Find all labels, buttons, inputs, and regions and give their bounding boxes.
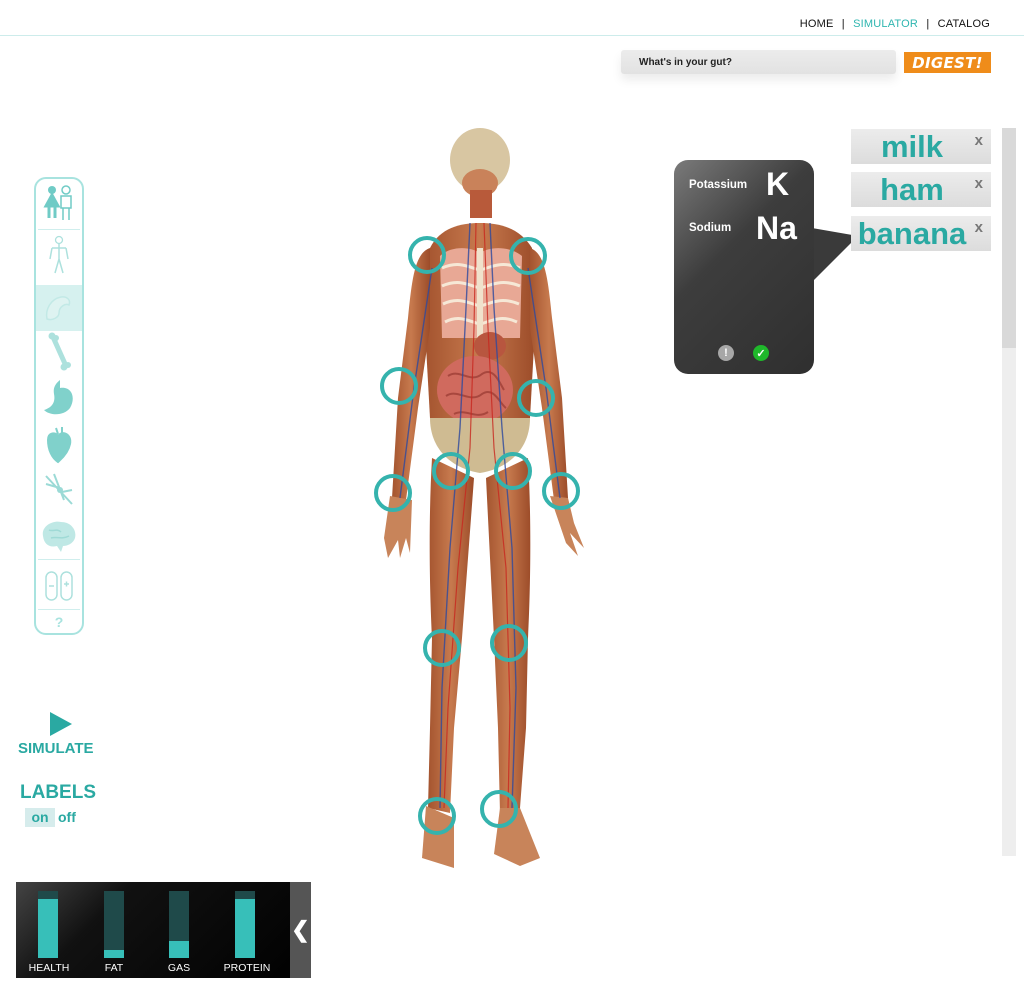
hotspot-ring[interactable] (509, 237, 547, 275)
header-divider (0, 35, 1024, 36)
system-toolbar: ? (34, 177, 84, 635)
nutrient-symbol: Na (756, 210, 797, 246)
nav-separator: | (926, 18, 930, 30)
heart-icon[interactable] (36, 421, 82, 467)
hotspot-ring[interactable] (494, 452, 532, 490)
hotspot-ring[interactable] (480, 790, 518, 828)
nav-home[interactable]: HOME (800, 18, 834, 30)
body-outline-icon[interactable] (36, 232, 82, 278)
play-icon[interactable] (49, 711, 73, 737)
hotspot-ring[interactable] (408, 236, 446, 274)
hotspot-ring[interactable] (418, 797, 456, 835)
stat-label: FAT (104, 962, 124, 974)
nav-simulator[interactable]: SIMULATOR (853, 18, 918, 30)
protein-bar (235, 891, 255, 958)
remove-icon[interactable]: x (975, 132, 983, 149)
hotspot-ring[interactable] (490, 624, 528, 662)
digest-button[interactable]: DIGEST! (904, 52, 991, 73)
scrollbar-thumb[interactable] (1002, 128, 1016, 348)
stats-panel: HEALTH FAT GAS PROTEIN (16, 882, 311, 978)
nutrient-label: Sodium (689, 222, 732, 234)
remove-icon[interactable]: x (975, 219, 983, 236)
brain-icon[interactable] (36, 513, 82, 559)
nutrient-symbol: K (766, 166, 790, 202)
bone-icon[interactable] (36, 329, 82, 375)
food-item[interactable]: banana x (851, 216, 991, 251)
warning-icon[interactable]: ! (718, 345, 734, 361)
gas-bar (169, 891, 189, 958)
food-name: milk (880, 128, 944, 164)
stat-label: HEALTH (28, 962, 70, 974)
labels-title: LABELS (20, 782, 96, 803)
stat-label: GAS (167, 962, 191, 974)
nav-separator: | (841, 18, 845, 30)
food-item[interactable]: milk x (851, 129, 991, 164)
collapse-panel-button[interactable]: ❮ (290, 882, 311, 978)
food-name: ham (880, 171, 944, 207)
hotspot-ring[interactable] (374, 474, 412, 512)
labels-on-toggle[interactable]: on (25, 808, 55, 827)
muscle-icon[interactable] (36, 285, 82, 331)
help-icon[interactable]: ? (36, 610, 82, 634)
top-nav: HOME | SIMULATOR | CATALOG (800, 18, 990, 30)
stomach-icon[interactable] (36, 375, 82, 421)
nutrient-card: Potassium K Sodium Na ! ✓ (674, 160, 814, 374)
stat-label: PROTEIN (223, 962, 271, 974)
check-icon[interactable]: ✓ (753, 345, 769, 361)
food-name: banana (857, 215, 967, 251)
nutrient-label: Potassium (689, 179, 748, 191)
remove-icon[interactable]: x (975, 175, 983, 192)
labels-off-toggle[interactable]: off (58, 808, 76, 827)
hotspot-ring[interactable] (432, 452, 470, 490)
hotspot-ring[interactable] (380, 367, 418, 405)
hotspot-ring[interactable] (517, 379, 555, 417)
fat-bar (104, 891, 124, 958)
hotspot-ring[interactable] (542, 472, 580, 510)
hotspot-ring[interactable] (423, 629, 461, 667)
health-bar (38, 891, 58, 958)
nav-catalog[interactable]: CATALOG (938, 18, 990, 30)
nerve-icon[interactable] (36, 467, 82, 513)
anatomy-figure (370, 128, 610, 873)
pill-icon[interactable] (36, 563, 82, 609)
food-scrollbar[interactable] (1002, 128, 1016, 856)
gender-icon[interactable] (36, 181, 82, 227)
simulate-button[interactable]: SIMULATE (18, 740, 94, 757)
search-bar (621, 50, 896, 74)
food-item[interactable]: ham x (851, 172, 991, 207)
search-input[interactable] (621, 50, 896, 74)
